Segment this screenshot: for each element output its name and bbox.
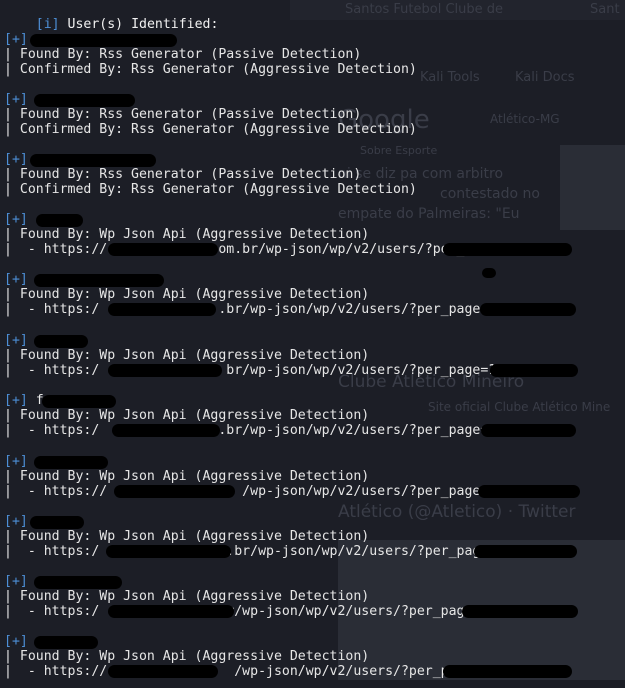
plus-tag: [+] xyxy=(4,333,28,348)
ghost-tab-1: Santos Futebol Clube de xyxy=(345,2,504,17)
ghost-news-image xyxy=(560,145,625,230)
ghost-snippet-1: Sobre Esporte xyxy=(360,144,438,157)
entry-tag-line: [+] xyxy=(4,92,28,107)
plus-tag: [+] xyxy=(4,92,28,107)
ghost-snippet-4: empate do Palmeiras: "Eu xyxy=(338,206,520,222)
url-redaction xyxy=(108,665,218,678)
url-redaction xyxy=(108,303,216,316)
plus-tag: [+] xyxy=(4,152,28,167)
found-by-line: | Found By: Wp Json Api (Aggressive Dete… xyxy=(4,287,370,302)
url-redaction xyxy=(112,424,220,437)
username-redaction xyxy=(36,214,83,227)
found-by-line: | Found By: Wp Json Api (Aggressive Dete… xyxy=(4,649,370,664)
entry-tag-line: [+] xyxy=(4,454,28,469)
username-redaction xyxy=(34,335,88,348)
info-tag: [i] xyxy=(35,17,60,32)
found-by-line: | Found By: Rss Generator (Passive Detec… xyxy=(4,47,362,62)
username-redaction xyxy=(42,395,116,408)
stray-redaction xyxy=(482,268,496,278)
url-line: | - https:// om.br/wp-json/wp/v2/users/?… xyxy=(4,242,465,257)
url-line: | - https:/ m.br/wp-json/wp/v2/users/?pe… xyxy=(4,544,497,559)
terminal-window[interactable]: Santos Futebol Clube de Sant Kali Tools … xyxy=(0,0,625,688)
url-redaction xyxy=(443,243,572,256)
ghost-snippet-3: contestado no xyxy=(440,186,540,202)
username-redaction xyxy=(30,516,84,529)
ghost-bookmark-2: Kali Docs xyxy=(515,70,575,85)
url-line: | - https:// /wp-json/wp/v2/users/?per_p… xyxy=(4,664,465,679)
ghost-site-desc: Site oficial Clube Atlético Mine xyxy=(428,400,611,414)
username-redaction xyxy=(34,576,122,589)
plus-tag: [+] xyxy=(4,454,28,469)
plus-tag: [+] xyxy=(4,393,28,408)
url-redaction xyxy=(114,485,235,498)
plus-tag: [+] xyxy=(4,212,28,227)
entry-tag-line: [+] xyxy=(4,514,28,529)
entry-tag-line: [+] xyxy=(4,333,28,348)
entry-tag-line: [+] xyxy=(4,32,28,47)
username-redaction xyxy=(34,274,164,287)
plus-tag: [+] xyxy=(4,634,28,649)
url-redaction xyxy=(106,545,231,558)
username-redaction xyxy=(30,154,156,167)
found-by-line: | Found By: Wp Json Api (Aggressive Dete… xyxy=(4,408,370,423)
url-redaction xyxy=(480,303,576,316)
url-redaction xyxy=(490,364,578,377)
url-redaction xyxy=(108,364,222,377)
found-by-line: | Found By: Wp Json Api (Aggressive Dete… xyxy=(4,348,370,363)
url-redaction xyxy=(108,605,234,618)
plus-tag: [+] xyxy=(4,32,28,47)
ghost-twitter: Atlético (@Atletico) · Twitter xyxy=(338,502,576,522)
plus-tag: [+] xyxy=(4,272,28,287)
username-redaction xyxy=(34,636,98,649)
username-redaction xyxy=(34,94,135,107)
ghost-snippet-2: ni se diz pa com arbitro xyxy=(338,166,504,182)
found-by-line: | Found By: Rss Generator (Passive Detec… xyxy=(4,107,362,122)
url-redaction xyxy=(481,424,576,437)
ghost-bookmark-1: Kali Tools xyxy=(420,70,480,85)
username-redaction xyxy=(34,456,108,469)
url-line: | - https:// /wp-json/wp/v2/users/?per_p… xyxy=(4,484,481,499)
confirmed-by-line: | Confirmed By: Rss Generator (Aggressiv… xyxy=(4,62,417,77)
url-line: | - https:/ br/wp-json/wp/v2/users/?per_… xyxy=(4,363,497,378)
url-redaction xyxy=(108,243,218,256)
username-redaction xyxy=(30,34,177,47)
confirmed-by-line: | Confirmed By: Rss Generator (Aggressiv… xyxy=(4,182,417,197)
found-by-line: | Found By: Wp Json Api (Aggressive Dete… xyxy=(4,469,370,484)
url-line: | - https:/ .br/wp-json/wp/v2/users/?per… xyxy=(4,423,489,438)
url-line: | - https:/ .br/wp-json/wp/v2/users/?per… xyxy=(4,302,497,317)
found-by-line: | Found By: Rss Generator (Passive Detec… xyxy=(4,167,362,182)
ghost-search-text: Atlético-MG xyxy=(490,112,560,126)
plus-tag: [+] xyxy=(4,514,28,529)
entry-tag-line: [+] xyxy=(4,574,28,589)
url-line: | - https:/ r/wp-json/wp/v2/users/?per_p… xyxy=(4,604,473,619)
ghost-tab-2: Sant xyxy=(590,2,620,17)
entry-tag-line: [+] xyxy=(4,634,28,649)
confirmed-by-line: | Confirmed By: Rss Generator (Aggressiv… xyxy=(4,122,417,137)
url-redaction xyxy=(474,545,577,558)
entry-tag-line: [+] xyxy=(4,272,28,287)
plus-tag: [+] xyxy=(4,574,28,589)
url-redaction xyxy=(462,605,578,618)
entry-tag-line: [+] f xyxy=(4,393,44,408)
url-redaction xyxy=(443,665,572,678)
entry-tag-line: [+] xyxy=(4,212,28,227)
header-title: User(s) Identified: xyxy=(67,17,219,32)
found-by-line: | Found By: Wp Json Api (Aggressive Dete… xyxy=(4,529,370,544)
found-by-line: | Found By: Wp Json Api (Aggressive Dete… xyxy=(4,227,370,242)
entry-tag-line: [+] xyxy=(4,152,28,167)
header-line: [i] User(s) Identified: xyxy=(4,2,219,32)
found-by-line: | Found By: Wp Json Api (Aggressive Dete… xyxy=(4,589,370,604)
url-redaction xyxy=(478,485,580,498)
